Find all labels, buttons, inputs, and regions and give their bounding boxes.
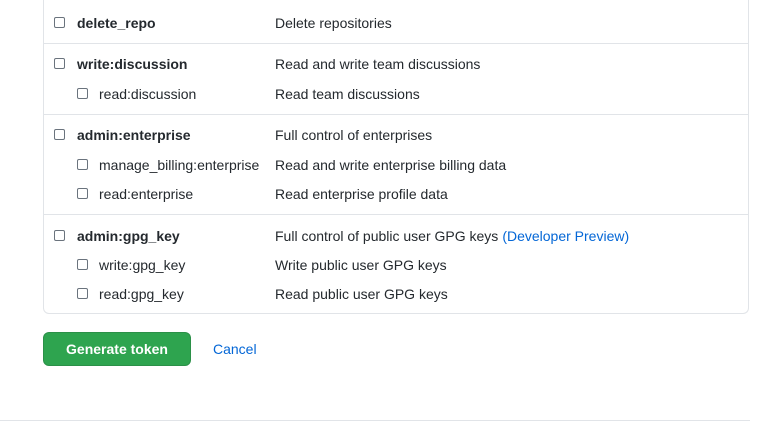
cancel-link[interactable]: Cancel <box>213 339 257 359</box>
checkbox-write-gpg-key[interactable] <box>77 259 88 270</box>
group-divider <box>43 43 749 44</box>
scope-row-admin-enterprise: admin:enterprise Full control of enterpr… <box>43 124 749 146</box>
scope-desc-admin-gpg-key-text: Full control of public user GPG keys <box>275 228 499 244</box>
scope-name-read-enterprise: read:enterprise <box>99 186 194 202</box>
scope-row-delete-repo: delete_repo Delete repositories <box>43 12 749 34</box>
scope-desc-read-discussion: Read team discussions <box>275 86 420 102</box>
checkbox-read-enterprise[interactable] <box>77 188 88 199</box>
scope-row-read-gpg-key: read:gpg_key Read public user GPG keys <box>43 283 749 305</box>
scope-desc-write-gpg-key: Write public user GPG keys <box>275 257 447 273</box>
scope-row-write-discussion: write:discussion Read and write team dis… <box>43 53 749 75</box>
scope-desc-admin-gpg-key: Full control of public user GPG keys (Dev… <box>275 225 629 247</box>
scope-row-manage-billing-enterprise: manage_billing:enterprise Read and write… <box>43 154 749 176</box>
developer-preview-link[interactable]: (Developer Preview) <box>502 228 629 244</box>
scope-desc-manage-billing-enterprise: Read and write enterprise billing data <box>275 157 507 173</box>
scope-name-write-gpg-key: write:gpg_key <box>99 257 186 273</box>
checkbox-admin-gpg-key[interactable] <box>54 230 65 241</box>
checkbox-delete-repo[interactable] <box>54 17 65 28</box>
footer-divider <box>0 420 750 421</box>
checkbox-read-gpg-key[interactable] <box>77 288 88 299</box>
checkbox-write-discussion[interactable] <box>54 58 65 69</box>
scope-name-delete-repo: delete_repo <box>77 15 156 31</box>
generate-token-button[interactable]: Generate token <box>43 332 191 366</box>
scope-row-admin-gpg-key: admin:gpg_key Full control of public use… <box>43 225 749 247</box>
scope-name-write-discussion: write:discussion <box>77 56 188 72</box>
checkbox-admin-enterprise[interactable] <box>54 129 65 140</box>
scope-desc-read-enterprise: Read enterprise profile data <box>275 186 448 202</box>
scope-desc-delete-repo: Delete repositories <box>275 15 392 31</box>
scope-desc-write-discussion: Read and write team discussions <box>275 56 481 72</box>
scope-row-read-discussion: read:discussion Read team discussions <box>43 83 749 105</box>
scope-desc-admin-enterprise: Full control of enterprises <box>275 127 433 143</box>
token-scopes-page: delete_repo Delete repositories write:di… <box>0 0 763 448</box>
scope-desc-read-gpg-key: Read public user GPG keys <box>275 286 448 302</box>
checkbox-manage-billing-enterprise[interactable] <box>77 159 88 170</box>
scope-name-manage-billing-enterprise: manage_billing:enterprise <box>99 157 260 173</box>
scope-name-admin-enterprise: admin:enterprise <box>77 127 191 143</box>
scope-row-read-enterprise: read:enterprise Read enterprise profile … <box>43 183 749 205</box>
scope-name-read-discussion: read:discussion <box>99 86 197 102</box>
scope-row-write-gpg-key: write:gpg_key Write public user GPG keys <box>43 254 749 276</box>
group-divider <box>43 214 749 215</box>
scope-name-admin-gpg-key: admin:gpg_key <box>77 228 180 244</box>
group-divider <box>43 114 749 115</box>
scope-name-read-gpg-key: read:gpg_key <box>99 286 184 302</box>
checkbox-read-discussion[interactable] <box>77 88 88 99</box>
